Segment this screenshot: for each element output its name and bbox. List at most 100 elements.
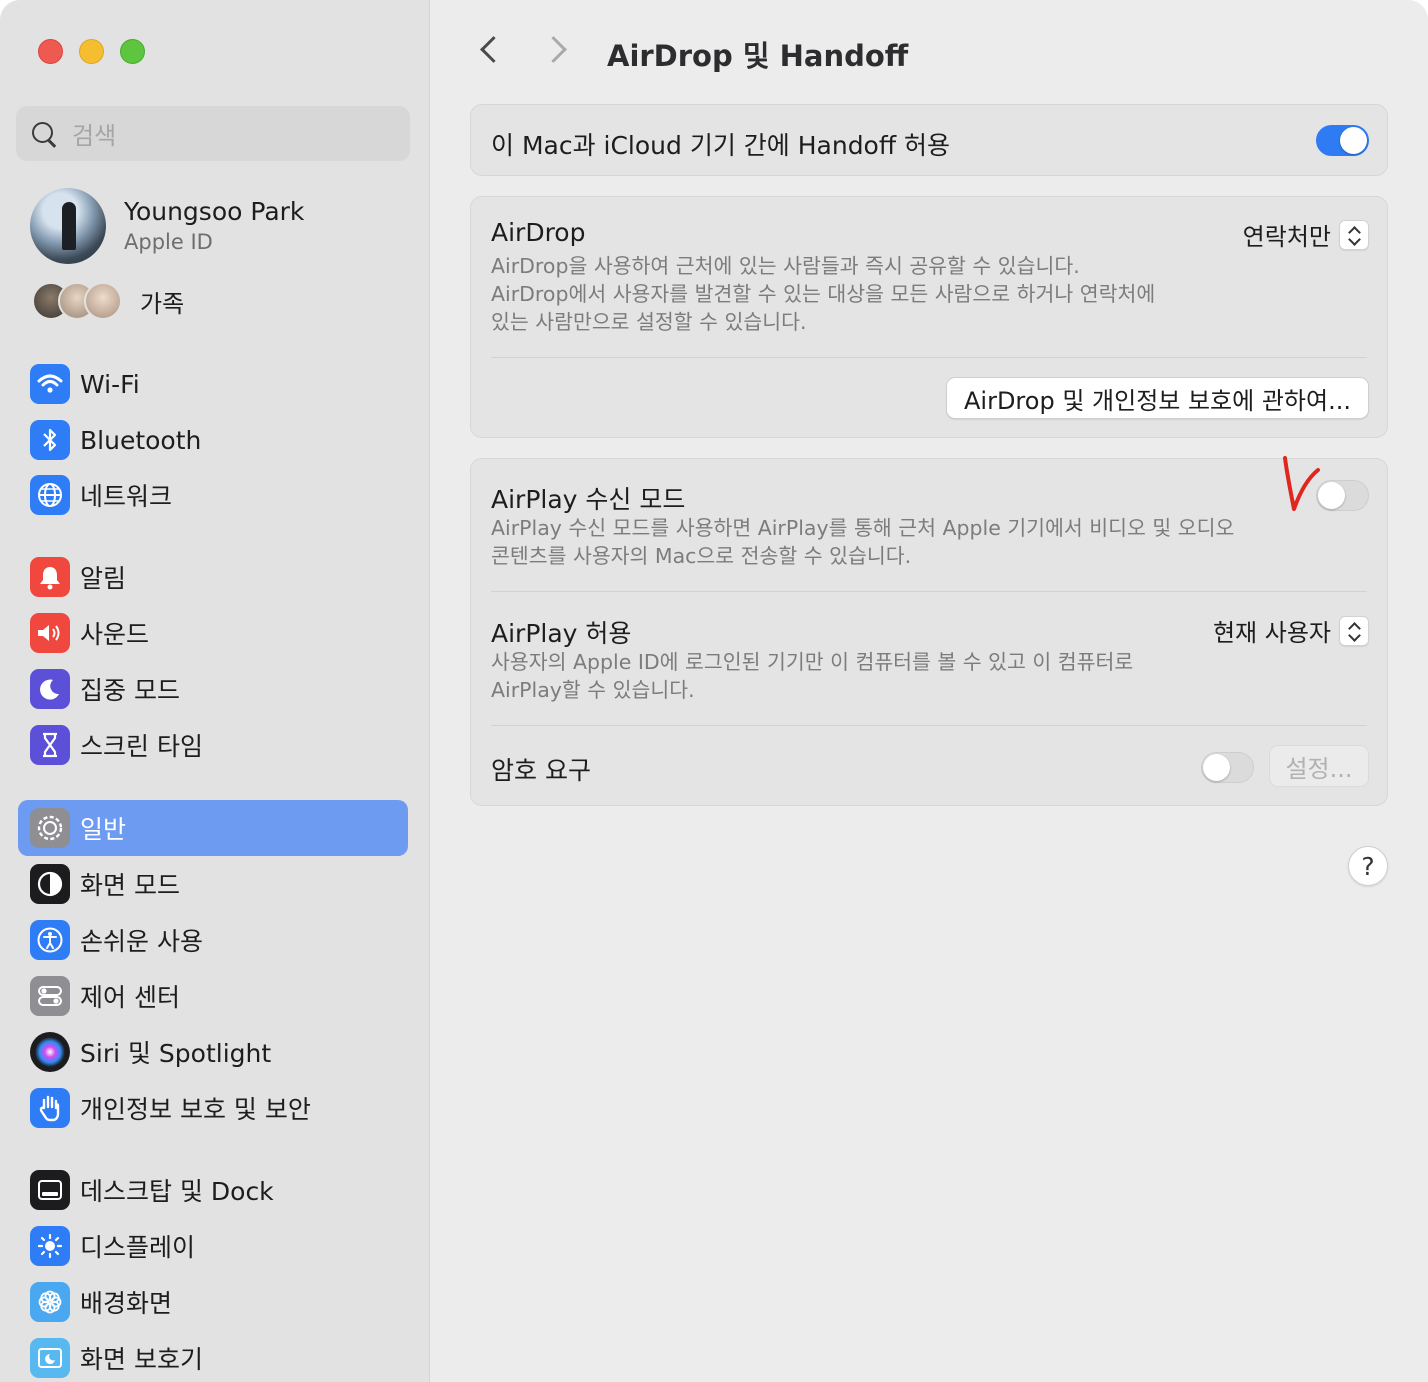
sidebar-item-general[interactable]: 일반	[18, 800, 408, 856]
airplay-allow-description: AirPlay할 수 있습니다.	[491, 678, 695, 702]
chevron-up-down-icon	[1339, 219, 1369, 250]
airplay-allow-value: 현재 사용자	[1212, 619, 1331, 647]
sidebar-item-label: 데스크탑 및 Dock	[80, 1177, 274, 1206]
sidebar-item-focus[interactable]: 집중 모드	[18, 661, 408, 717]
sidebar-item-label: 화면 모드	[80, 871, 180, 900]
profile-subtitle: Apple ID	[124, 230, 213, 254]
sidebar-item-accessibility[interactable]: 손쉬운 사용	[18, 912, 408, 968]
appearance-icon	[30, 864, 70, 904]
sidebar-item-desktop-dock[interactable]: 데스크탑 및 Dock	[18, 1162, 408, 1218]
moon-icon	[30, 669, 70, 709]
minimize-button[interactable]	[79, 39, 104, 64]
sidebar-item-label: 개인정보 보호 및 보안	[80, 1095, 311, 1124]
sidebar-item-siri[interactable]: Siri 및 Spotlight	[18, 1024, 408, 1080]
sidebar-item-label: 손쉬운 사용	[80, 927, 203, 956]
help-button[interactable]: ?	[1348, 846, 1388, 886]
airplay-allow-description: 사용자의 Apple ID에 로그인된 기기만 이 컴퓨터를 볼 수 있고 이 …	[491, 650, 1134, 674]
hourglass-icon	[30, 725, 70, 765]
sidebar-item-label: 사운드	[80, 620, 150, 649]
sidebar-item-control-center[interactable]: 제어 센터	[18, 968, 408, 1024]
chevron-right-icon	[540, 36, 567, 63]
sidebar-item-displays[interactable]: 디스플레이	[18, 1218, 408, 1274]
sidebar: 검색 Youngsoo Park Apple ID 가족 Wi-Fi Bluet…	[0, 0, 430, 1382]
sidebar-item-label: 집중 모드	[80, 676, 180, 705]
toggle-knob	[1318, 482, 1345, 509]
sidebar-item-label: 배경화면	[80, 1289, 173, 1318]
back-button[interactable]	[470, 30, 510, 70]
wifi-icon	[30, 364, 70, 404]
handoff-label: 이 Mac과 iCloud 기기 간에 Handoff 허용	[491, 131, 951, 160]
airdrop-card: AirDrop AirDrop을 사용하여 근처에 있는 사람들과 즉시 공유할…	[470, 196, 1388, 438]
chevron-up-down-icon	[1339, 615, 1369, 646]
sidebar-item-notifications[interactable]: 알림	[18, 549, 408, 605]
flower-icon	[30, 1282, 70, 1322]
toggle-knob	[1203, 754, 1230, 781]
sidebar-item-label: 네트워크	[80, 482, 173, 511]
screensaver-icon	[30, 1338, 70, 1378]
sidebar-item-wifi[interactable]: Wi-Fi	[18, 356, 408, 412]
profile-name: Youngsoo Park	[124, 197, 305, 226]
sidebar-item-label: Wi-Fi	[80, 369, 140, 399]
family-item[interactable]: 가족	[32, 282, 184, 320]
airdrop-title: AirDrop	[491, 218, 586, 247]
sidebar-item-privacy-security[interactable]: 개인정보 보호 및 보안	[18, 1080, 408, 1136]
airplay-receiver-description: 콘텐츠를 사용자의 Mac으로 전송할 수 있습니다.	[491, 544, 912, 568]
password-settings-button[interactable]: 설정...	[1269, 745, 1369, 787]
handoff-toggle[interactable]	[1316, 125, 1369, 156]
bluetooth-icon	[30, 420, 70, 460]
password-title: 암호 요구	[491, 756, 591, 785]
sidebar-item-appearance[interactable]: 화면 모드	[18, 856, 408, 912]
airplay-allow-title: AirPlay 허용	[491, 619, 632, 648]
main-pane: AirDrop 및 Handoff 이 Mac과 iCloud 기기 간에 Ha…	[430, 0, 1428, 1382]
page-title: AirDrop 및 Handoff	[607, 39, 909, 73]
handoff-card: 이 Mac과 iCloud 기기 간에 Handoff 허용	[470, 104, 1388, 176]
airdrop-visibility-popup[interactable]: 연락처만	[1243, 217, 1369, 252]
airplay-allow-popup[interactable]: 현재 사용자	[1213, 613, 1369, 648]
airdrop-privacy-button[interactable]: AirDrop 및 개인정보 보호에 관하여...	[946, 377, 1369, 419]
airplay-receiver-toggle[interactable]	[1316, 480, 1369, 511]
sidebar-item-screen-time[interactable]: 스크린 타임	[18, 717, 408, 773]
sidebar-item-network[interactable]: 네트워크	[18, 467, 408, 523]
airplay-card: AirPlay 수신 모드 AirPlay 수신 모드를 사용하면 AirPla…	[470, 458, 1388, 806]
gear-icon	[30, 808, 70, 848]
speaker-icon	[30, 613, 70, 653]
accessibility-icon	[30, 920, 70, 960]
siri-icon	[30, 1032, 70, 1072]
airplay-receiver-description: AirPlay 수신 모드를 사용하면 AirPlay를 통해 근처 Apple…	[491, 516, 1235, 540]
family-label: 가족	[140, 289, 185, 318]
system-settings-window: 검색 Youngsoo Park Apple ID 가족 Wi-Fi Bluet…	[0, 0, 1428, 1382]
dock-icon	[30, 1170, 70, 1210]
divider	[491, 725, 1367, 726]
bell-icon	[30, 557, 70, 597]
sun-icon	[30, 1226, 70, 1266]
sidebar-item-label: 디스플레이	[80, 1233, 196, 1262]
family-avatar	[84, 282, 122, 320]
switches-icon	[30, 976, 70, 1016]
chevron-left-icon	[480, 36, 507, 63]
sidebar-item-label: 알림	[80, 564, 127, 593]
hand-icon	[30, 1088, 70, 1128]
airdrop-description: AirDrop을 사용하여 근처에 있는 사람들과 즉시 공유할 수 있습니다.	[491, 254, 1080, 278]
airdrop-description: 있는 사람만으로 설정할 수 있습니다.	[491, 310, 807, 334]
airplay-receiver-title: AirPlay 수신 모드	[491, 485, 686, 514]
sidebar-item-label: 일반	[80, 815, 127, 844]
close-button[interactable]	[38, 39, 63, 64]
globe-icon	[30, 475, 70, 515]
sidebar-item-wallpaper[interactable]: 배경화면	[18, 1274, 408, 1330]
sidebar-item-label: 스크린 타임	[80, 732, 203, 761]
toggle-knob	[1340, 127, 1367, 154]
sidebar-item-bluetooth[interactable]: Bluetooth	[18, 412, 408, 468]
sidebar-item-sound[interactable]: 사운드	[18, 605, 408, 661]
search-field[interactable]: 검색	[16, 106, 410, 161]
airdrop-description: AirDrop에서 사용자를 발견할 수 있는 대상을 모든 사람으로 하거나 …	[491, 282, 1156, 306]
forward-button[interactable]	[540, 30, 580, 70]
divider	[491, 357, 1367, 358]
zoom-button[interactable]	[120, 39, 145, 64]
search-icon	[30, 120, 58, 148]
checkmark-annotation	[1283, 456, 1320, 511]
sidebar-item-screensaver[interactable]: 화면 보호기	[18, 1330, 408, 1382]
password-toggle[interactable]	[1201, 752, 1254, 783]
apple-id-profile[interactable]: Youngsoo Park Apple ID	[30, 188, 304, 264]
airdrop-visibility-value: 연락처만	[1242, 223, 1331, 251]
traffic-lights	[38, 39, 145, 64]
